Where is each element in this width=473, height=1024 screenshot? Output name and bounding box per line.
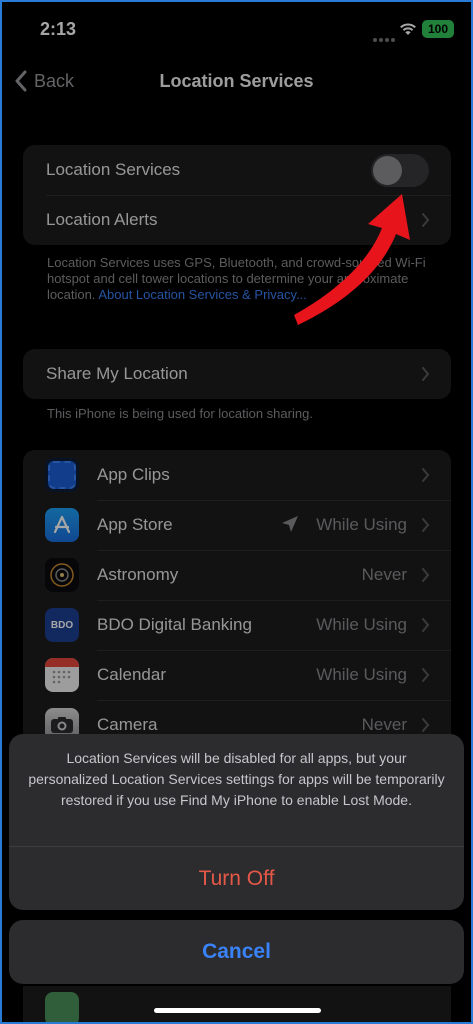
turn-off-button[interactable]: Turn Off — [9, 847, 464, 910]
phone-screen: 2:13 100 Back Location Services Location… — [2, 2, 471, 1022]
alert-message: Location Services will be disabled for a… — [28, 750, 445, 808]
turn-off-alert: Location Services will be disabled for a… — [9, 734, 464, 910]
cancel-button[interactable]: Cancel — [9, 920, 464, 984]
home-indicator[interactable] — [154, 1008, 321, 1013]
